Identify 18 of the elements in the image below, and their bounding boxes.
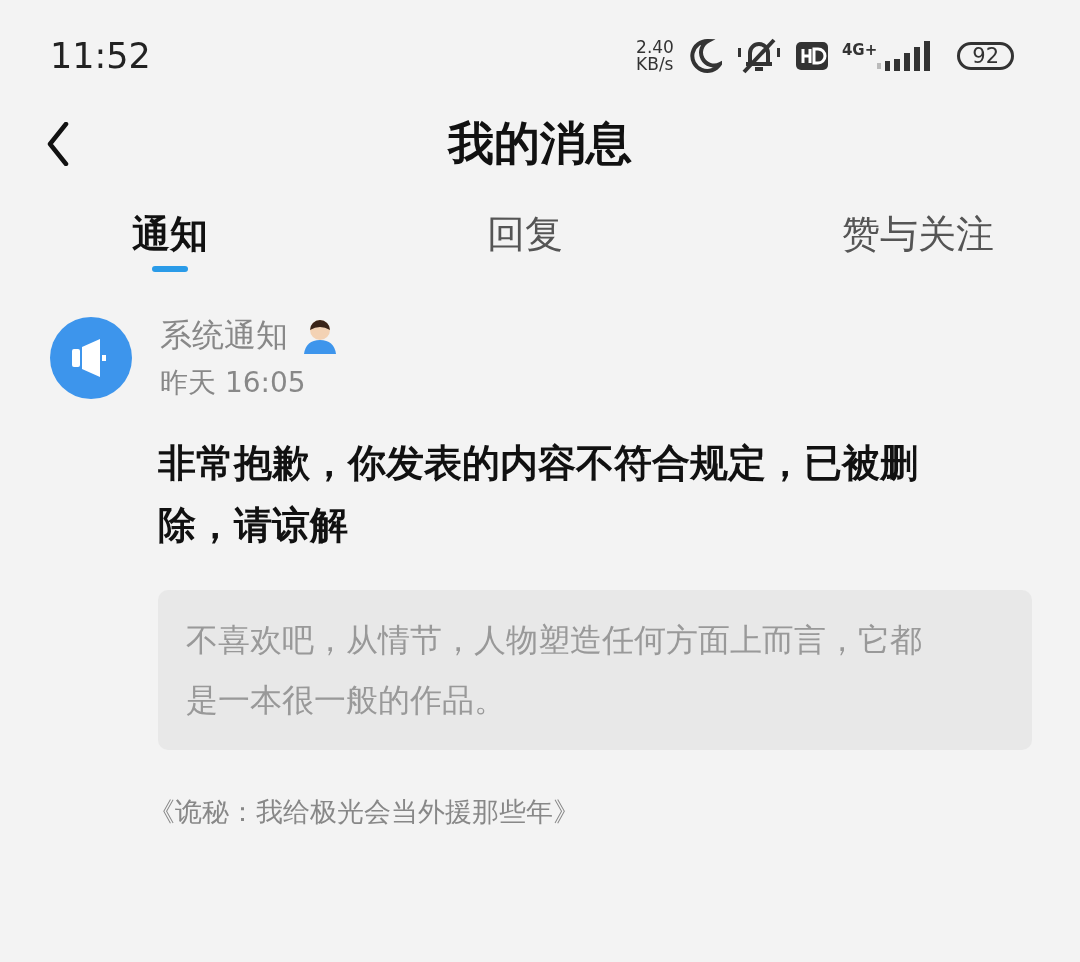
network-speed: 2.40 (636, 39, 674, 56)
person-icon (302, 318, 338, 354)
network-type: 4G+ (841, 41, 878, 59)
tab[interactable]: 赞与关注 (842, 204, 994, 280)
message-time: 昨天 16:05 (160, 365, 307, 401)
tab[interactable]: 回复 (487, 204, 563, 280)
message-text: 非常抱歉，你发表的内容不符合规定，已被删除，请谅解 (158, 440, 919, 549)
megaphone-icon (50, 317, 132, 399)
back-icon[interactable] (46, 122, 70, 166)
moon-icon (687, 38, 722, 74)
tab[interactable]: 通知 (132, 204, 208, 280)
sender-name: 系统通知 (160, 315, 288, 356)
muted-bell-icon (735, 36, 782, 76)
hd-icon (795, 42, 828, 70)
status-time: 11:52 (50, 36, 151, 76)
page-title: 我的消息 (448, 115, 632, 172)
speed-unit: KB/s (636, 56, 674, 73)
battery-indicator: 92 (957, 42, 1014, 70)
